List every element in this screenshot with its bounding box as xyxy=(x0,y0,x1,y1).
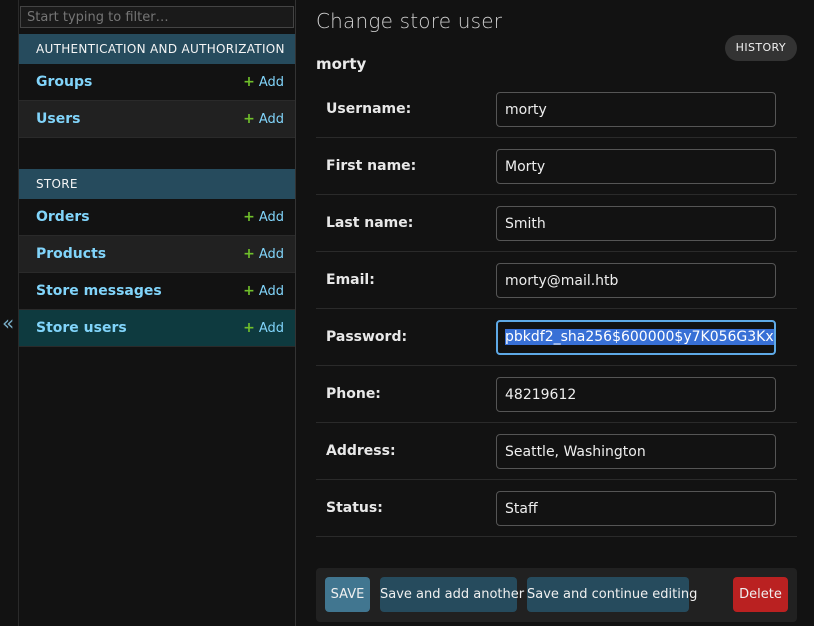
last-name-field[interactable] xyxy=(496,206,776,241)
field-label: Address: xyxy=(326,443,396,459)
plus-icon: + xyxy=(243,74,255,90)
submit-row: SAVE Save and add another Save and conti… xyxy=(316,568,797,622)
add-label: Add xyxy=(258,75,284,90)
add-label: Add xyxy=(258,210,284,225)
plus-icon: + xyxy=(243,111,255,127)
double-chevron-left-icon[interactable]: « xyxy=(2,310,14,336)
history-button[interactable]: HISTORY xyxy=(724,35,797,61)
field-label: Email: xyxy=(326,272,375,288)
change-form: Username: First name: Last name: Email: … xyxy=(316,81,797,537)
sidebar-item-store-users: Store users + Add xyxy=(19,310,295,347)
add-orders-link[interactable]: + Add xyxy=(243,199,284,236)
plus-icon: + xyxy=(243,283,255,299)
module-caption-auth[interactable]: AUTHENTICATION AND AUTHORIZATION xyxy=(19,34,295,64)
field-label: First name: xyxy=(326,158,417,174)
plus-icon: + xyxy=(243,320,255,336)
add-label: Add xyxy=(258,321,284,336)
sidebar-item-label[interactable]: Groups xyxy=(36,64,92,101)
save-button[interactable]: SAVE xyxy=(325,577,370,612)
field-label: Phone: xyxy=(326,386,381,402)
sidebar-collapse-toggle[interactable]: « xyxy=(0,0,19,626)
main-content: Change store user HISTORY morty Username… xyxy=(296,0,814,626)
add-label: Add xyxy=(258,112,284,127)
field-row-first-name: First name: xyxy=(316,138,797,195)
save-and-continue-button[interactable]: Save and continue editing xyxy=(527,577,697,612)
sidebar-item-products: Products + Add xyxy=(19,236,295,273)
sidebar-item-label[interactable]: Users xyxy=(36,101,80,138)
sidebar: AUTHENTICATION AND AUTHORIZATION Groups … xyxy=(19,0,296,626)
field-row-password: Password: pbkdf2_sha256$600000$y7K056G3K… xyxy=(316,309,797,366)
module-caption-store[interactable]: STORE xyxy=(19,169,295,199)
add-label: Add xyxy=(258,284,284,299)
add-products-link[interactable]: + Add xyxy=(243,236,284,273)
add-label: Add xyxy=(258,247,284,262)
first-name-field[interactable] xyxy=(496,149,776,184)
field-row-last-name: Last name: xyxy=(316,195,797,252)
plus-icon: + xyxy=(243,246,255,262)
delete-button[interactable]: Delete xyxy=(733,577,788,612)
status-field[interactable] xyxy=(496,491,776,526)
password-field[interactable]: pbkdf2_sha256$600000$y7K056G3KxbaF xyxy=(496,320,776,355)
sidebar-item-groups: Groups + Add xyxy=(19,64,295,101)
sidebar-item-orders: Orders + Add xyxy=(19,199,295,236)
field-row-address: Address: xyxy=(316,423,797,480)
field-row-phone: Phone: xyxy=(316,366,797,423)
username-field[interactable] xyxy=(496,92,776,127)
field-label: Username: xyxy=(326,101,412,117)
add-users-link[interactable]: + Add xyxy=(243,101,284,138)
save-and-add-another-button[interactable]: Save and add another xyxy=(380,577,524,612)
sidebar-item-label[interactable]: Store messages xyxy=(36,273,162,310)
address-field[interactable] xyxy=(496,434,776,469)
field-row-email: Email: xyxy=(316,252,797,309)
email-field[interactable] xyxy=(496,263,776,298)
add-groups-link[interactable]: + Add xyxy=(243,64,284,101)
field-row-status: Status: xyxy=(316,480,797,537)
sidebar-filter-input[interactable] xyxy=(20,6,294,28)
object-name: morty xyxy=(316,55,367,73)
page-title: Change store user xyxy=(316,9,503,33)
phone-field[interactable] xyxy=(496,377,776,412)
add-store-messages-link[interactable]: + Add xyxy=(243,273,284,310)
sidebar-item-label[interactable]: Products xyxy=(36,236,106,273)
selected-text: pbkdf2_sha256$600000$y7K056G3KxbaF xyxy=(505,329,774,345)
field-label: Status: xyxy=(326,500,383,516)
sidebar-item-store-messages: Store messages + Add xyxy=(19,273,295,310)
sidebar-item-label[interactable]: Orders xyxy=(36,199,90,236)
plus-icon: + xyxy=(243,209,255,225)
field-label: Last name: xyxy=(326,215,414,231)
sidebar-item-users: Users + Add xyxy=(19,101,295,138)
sidebar-item-label[interactable]: Store users xyxy=(36,310,127,347)
add-store-users-link[interactable]: + Add xyxy=(243,310,284,347)
field-label: Password: xyxy=(326,329,408,345)
field-row-username: Username: xyxy=(316,81,797,138)
